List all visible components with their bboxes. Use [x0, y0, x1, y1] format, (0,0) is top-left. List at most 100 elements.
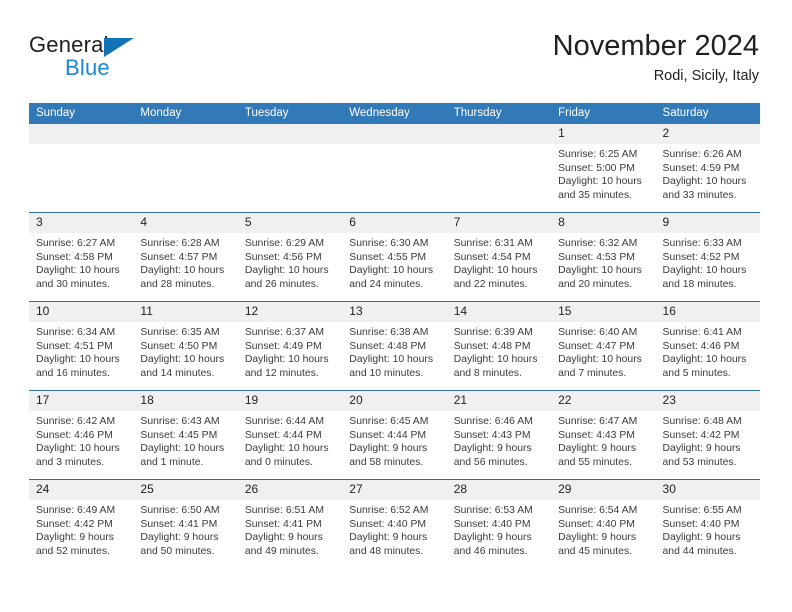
day-details: Sunrise: 6:30 AM Sunset: 4:55 PM Daylight:… — [342, 233, 446, 291]
calendar-day-cell[interactable]: 17 Sunrise: 6:42 AM Sunset: 4:46 PM Dayligh… — [29, 390, 134, 480]
calendar-day-cell[interactable]: 8 Sunrise: 6:32 AM Sunset: 4:53 PM Daylight… — [551, 212, 656, 302]
sunrise-text: Sunrise: 6:32 AM — [558, 238, 638, 249]
day-number: 6 — [342, 213, 447, 233]
sunrise-text: Sunrise: 6:40 AM — [558, 327, 638, 338]
calendar-day-cell[interactable]: 24 Sunrise: 6:49 AM Sunset: 4:42 PM Dayligh… — [29, 479, 134, 568]
calendar-header-row: Sunday Monday Tuesday Wednesday Thursday Frid… — [29, 103, 760, 124]
day-number: 30 — [655, 480, 760, 500]
calendar-day-cell-empty — [446, 124, 552, 213]
page-title: November 2024 — [552, 30, 759, 62]
calendar-day-cell[interactable]: 9 Sunrise: 6:33 AM Sunset: 4:52 PM Daylight… — [655, 212, 760, 302]
sunset-text: Sunset: 4:43 PM — [453, 429, 531, 441]
daylight-text: Daylight: 9 hours and 49 minutes. — [244, 532, 323, 557]
day-number — [342, 124, 447, 144]
calendar-day-cell[interactable]: 11 Sunrise: 6:35 AM Sunset: 4:50 PM Dayligh… — [133, 301, 238, 391]
daylight-text: Daylight: 9 hours and 52 minutes. — [36, 532, 114, 557]
weekday-header-monday: Monday — [133, 103, 238, 124]
calendar-day-cell[interactable]: 6 Sunrise: 6:30 AM Sunset: 4:55 PM Daylight… — [342, 212, 447, 302]
sunset-text: Sunset: 4:51 PM — [36, 340, 113, 352]
sunset-text: Sunset: 4:57 PM — [140, 251, 218, 263]
day-number — [133, 124, 238, 144]
calendar-day-cell[interactable]: 10 Sunrise: 6:34 AM Sunset: 4:51 PM Dayligh… — [29, 301, 134, 391]
day-details: Sunrise: 6:26 AM Sunset: 4:59 PM Daylight:… — [656, 144, 760, 202]
calendar-day-cell[interactable]: 4 Sunrise: 6:28 AM Sunset: 4:57 PM Daylight… — [133, 212, 238, 302]
day-details: Sunrise: 6:53 AM Sunset: 4:40 PM Daylight:… — [447, 500, 551, 558]
sunrise-text: Sunrise: 6:55 AM — [662, 505, 742, 516]
calendar-day-cell[interactable]: 7 Sunrise: 6:31 AM Sunset: 4:54 PM Daylight… — [446, 212, 552, 302]
weekday-header-friday: Friday — [551, 103, 656, 124]
calendar-day-cell[interactable]: 26 Sunrise: 6:51 AM Sunset: 4:41 PM Dayligh… — [237, 479, 343, 568]
calendar-table: Sunday Monday Tuesday Wednesday Thursday Frid… — [29, 103, 760, 568]
sunrise-text: Sunrise: 6:31 AM — [453, 238, 533, 249]
title-block: November 2024 Rodi, Sicily, Italy — [553, 28, 759, 88]
sunset-text: Sunset: 4:41 PM — [244, 518, 322, 530]
calendar-day-cell[interactable]: 20 Sunrise: 6:45 AM Sunset: 4:44 PM Dayligh… — [342, 390, 447, 480]
daylight-text: Daylight: 10 hours and 20 minutes. — [558, 265, 642, 290]
day-details: Sunrise: 6:27 AM Sunset: 4:58 PM Daylight:… — [29, 233, 133, 291]
day-details: Sunrise: 6:37 AM Sunset: 4:49 PM Daylight:… — [238, 322, 342, 380]
calendar-day-cell[interactable]: 22 Sunrise: 6:47 AM Sunset: 4:43 PM Dayligh… — [551, 390, 656, 480]
sunrise-text: Sunrise: 6:38 AM — [349, 327, 429, 338]
day-details: Sunrise: 6:34 AM Sunset: 4:51 PM Daylight:… — [29, 322, 133, 380]
calendar-day-cell[interactable]: 12 Sunrise: 6:37 AM Sunset: 4:49 PM Dayligh… — [237, 301, 343, 391]
calendar-day-cell[interactable]: 2 Sunrise: 6:26 AM Sunset: 4:59 PM Daylight… — [655, 124, 760, 213]
general-blue-logo[interactable]: General Blue — [29, 32, 179, 84]
daylight-text: Daylight: 9 hours and 46 minutes. — [453, 532, 532, 557]
sunrise-text: Sunrise: 6:52 AM — [349, 505, 429, 516]
sunset-text: Sunset: 4:58 PM — [36, 251, 113, 263]
day-details: Sunrise: 6:28 AM Sunset: 4:57 PM Daylight:… — [133, 233, 237, 291]
sunrise-text: Sunrise: 6:41 AM — [662, 327, 742, 338]
calendar-day-cell[interactable]: 14 Sunrise: 6:39 AM Sunset: 4:48 PM Dayligh… — [446, 301, 552, 391]
day-number: 20 — [342, 391, 447, 411]
calendar-day-cell[interactable]: 3 Sunrise: 6:27 AM Sunset: 4:58 PM Daylight… — [29, 212, 134, 302]
day-details: Sunrise: 6:32 AM Sunset: 4:53 PM Daylight:… — [551, 233, 655, 291]
sunset-text: Sunset: 4:53 PM — [558, 251, 635, 263]
weekday-header-wednesday: Wednesday — [342, 103, 447, 124]
sunrise-text: Sunrise: 6:48 AM — [662, 416, 742, 427]
calendar-day-cell[interactable]: 19 Sunrise: 6:44 AM Sunset: 4:44 PM Dayligh… — [237, 390, 343, 480]
calendar-day-cell[interactable]: 29 Sunrise: 6:54 AM Sunset: 4:40 PM Dayligh… — [551, 479, 656, 568]
sunrise-text: Sunrise: 6:47 AM — [558, 416, 638, 427]
day-number — [29, 124, 134, 144]
sunset-text: Sunset: 4:45 PM — [140, 429, 218, 441]
calendar-day-cell[interactable]: 18 Sunrise: 6:43 AM Sunset: 4:45 PM Dayligh… — [133, 390, 238, 480]
day-number: 25 — [133, 480, 238, 500]
calendar-day-cell[interactable]: 25 Sunrise: 6:50 AM Sunset: 4:41 PM Dayligh… — [133, 479, 238, 568]
day-number: 16 — [655, 302, 760, 322]
sunset-text: Sunset: 4:50 PM — [140, 340, 218, 352]
calendar-day-cell[interactable]: 13 Sunrise: 6:38 AM Sunset: 4:48 PM Dayligh… — [342, 301, 447, 391]
calendar-day-cell[interactable]: 5 Sunrise: 6:29 AM Sunset: 4:56 PM Daylight… — [237, 212, 343, 302]
daylight-text: Daylight: 10 hours and 12 minutes. — [244, 354, 329, 379]
day-details: Sunrise: 6:31 AM Sunset: 4:54 PM Daylight:… — [447, 233, 551, 291]
sunset-text: Sunset: 4:49 PM — [244, 340, 322, 352]
day-details: Sunrise: 6:29 AM Sunset: 4:56 PM Daylight:… — [238, 233, 342, 291]
calendar-day-cell[interactable]: 21 Sunrise: 6:46 AM Sunset: 4:43 PM Dayligh… — [446, 390, 552, 480]
day-number: 5 — [237, 213, 343, 233]
calendar-day-cell[interactable]: 28 Sunrise: 6:53 AM Sunset: 4:40 PM Dayligh… — [446, 479, 552, 568]
calendar-day-cell[interactable]: 27 Sunrise: 6:52 AM Sunset: 4:40 PM Dayligh… — [342, 479, 447, 568]
day-number: 14 — [446, 302, 552, 322]
daylight-text: Daylight: 10 hours and 28 minutes. — [140, 265, 225, 290]
daylight-text: Daylight: 10 hours and 35 minutes. — [558, 176, 642, 201]
daylight-text: Daylight: 10 hours and 5 minutes. — [662, 354, 747, 379]
logo-text-blue: Blue — [65, 55, 110, 80]
daylight-text: Daylight: 10 hours and 22 minutes. — [453, 265, 538, 290]
calendar-day-cell[interactable]: 16 Sunrise: 6:41 AM Sunset: 4:46 PM Dayligh… — [655, 301, 760, 391]
day-details: Sunrise: 6:50 AM Sunset: 4:41 PM Daylight:… — [133, 500, 237, 558]
daylight-text: Daylight: 10 hours and 14 minutes. — [140, 354, 225, 379]
sunset-text: Sunset: 4:40 PM — [453, 518, 531, 530]
day-number: 27 — [342, 480, 447, 500]
day-number: 8 — [551, 213, 656, 233]
day-number: 19 — [237, 391, 343, 411]
calendar-day-cell-empty — [133, 124, 238, 213]
sunset-text: Sunset: 4:56 PM — [244, 251, 322, 263]
calendar-day-cell[interactable]: 1 Sunrise: 6:25 AM Sunset: 5:00 PM Daylight… — [551, 124, 656, 213]
day-number: 12 — [237, 302, 343, 322]
calendar-day-cell[interactable]: 30 Sunrise: 6:55 AM Sunset: 4:40 PM Dayligh… — [655, 479, 760, 568]
calendar-day-cell-empty — [29, 124, 134, 213]
daylight-text: Daylight: 10 hours and 18 minutes. — [662, 265, 747, 290]
calendar-day-cell[interactable]: 15 Sunrise: 6:40 AM Sunset: 4:47 PM Dayligh… — [551, 301, 656, 391]
calendar-day-cell[interactable]: 23 Sunrise: 6:48 AM Sunset: 4:42 PM Dayligh… — [655, 390, 760, 480]
day-details: Sunrise: 6:33 AM Sunset: 4:52 PM Daylight:… — [656, 233, 760, 291]
sunrise-text: Sunrise: 6:28 AM — [140, 238, 220, 249]
